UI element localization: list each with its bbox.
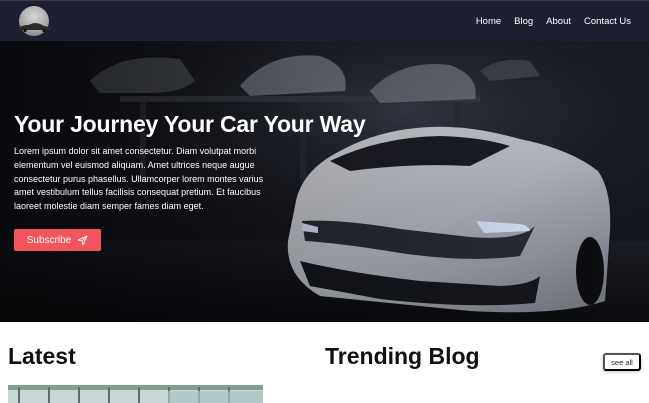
hero-banner: Your Journey Your Car Your Way Lorem ips… — [0, 41, 649, 322]
nav-link-home[interactable]: Home — [476, 16, 501, 27]
car-logo-icon[interactable] — [16, 6, 53, 36]
subscribe-button[interactable]: Subscribe — [14, 229, 101, 251]
trending-blog-heading: Trending Blog — [325, 343, 480, 369]
navbar: Home Blog About Contact Us — [0, 0, 649, 41]
send-icon — [77, 234, 88, 246]
hero-description: Lorem ipsum dolor sit amet consectetur. … — [14, 146, 264, 212]
nav-link-blog[interactable]: Blog — [514, 16, 533, 27]
nav-link-about[interactable]: About — [546, 16, 571, 27]
nav-link-contact[interactable]: Contact Us — [584, 16, 631, 27]
subscribe-label: Subscribe — [26, 234, 72, 246]
nav-links: Home Blog About Contact Us — [463, 16, 631, 27]
see-all-button[interactable]: see all — [603, 353, 641, 371]
latest-post-image[interactable] — [8, 385, 263, 403]
latest-heading: Latest — [8, 343, 76, 369]
hero-title: Your Journey Your Car Your Way — [14, 111, 366, 137]
